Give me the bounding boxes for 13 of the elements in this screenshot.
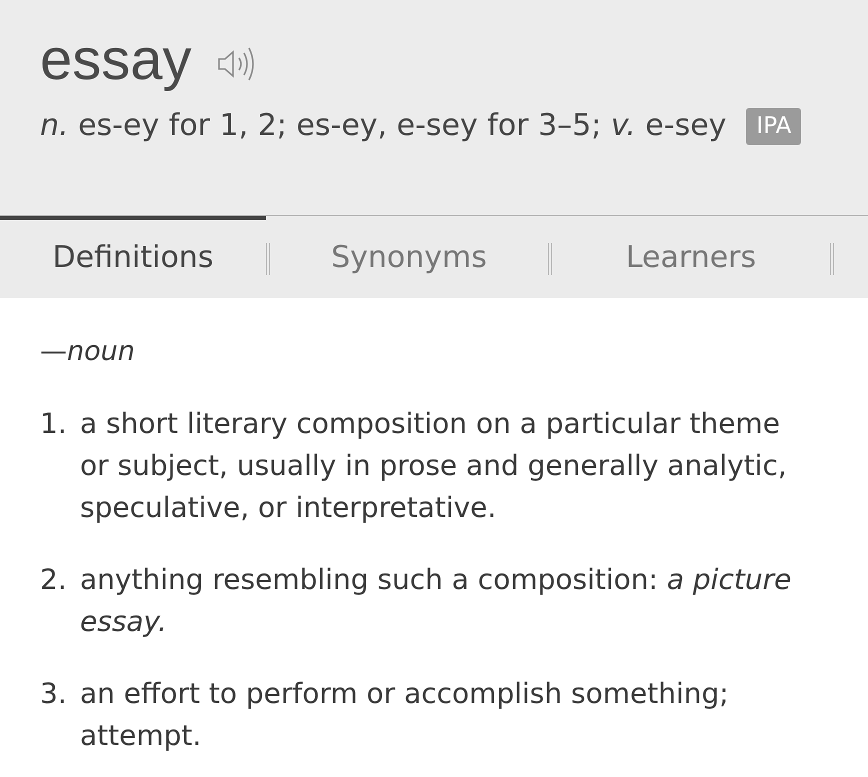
- definition-text: anything resembling such a composition: a picture essay.: [80, 562, 792, 640]
- tab[interactable]: Learners: [552, 216, 830, 298]
- definition-number: 2.: [40, 562, 68, 598]
- definition-number: 3.: [40, 676, 68, 712]
- definition-number: 1.: [40, 406, 68, 442]
- part-of-speech: —noun: [40, 335, 136, 369]
- definition-text: a short literary composition on a particular theme or subject, usually in prose and generally analytic, speculative, or interpretative.: [80, 406, 788, 526]
- tab[interactable]: Definitions: [0, 216, 266, 298]
- tab[interactable]: Synonyms: [270, 216, 548, 298]
- definition-text: an effort to perform or accomplish something; attempt.: [80, 676, 730, 754]
- ipa-button[interactable]: IPA: [746, 108, 802, 145]
- pronunciation-text: n. es-ey for 1, 2; es-ey, e-sey for 3–5; v. e-sey: [40, 108, 726, 144]
- headword: essay: [40, 28, 192, 92]
